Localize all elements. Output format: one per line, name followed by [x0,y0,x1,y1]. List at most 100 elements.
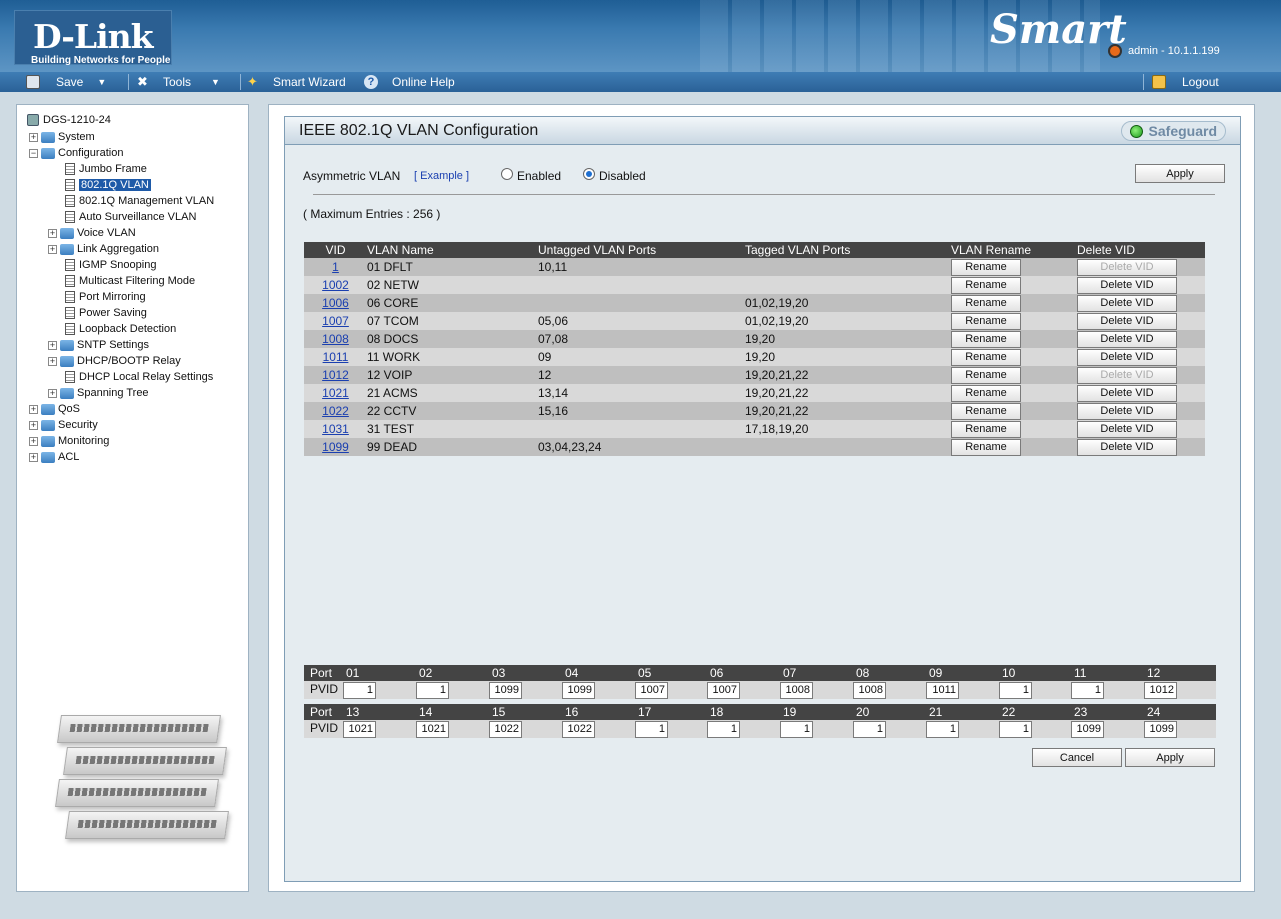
tree-item-power-saving[interactable]: Power Saving [65,305,147,321]
tree-item-acl[interactable]: + ACL [29,449,79,465]
rename-button[interactable]: Rename [951,384,1021,402]
delete-vid-button[interactable]: Delete VID [1077,312,1177,330]
pvid-input[interactable]: 1021 [343,721,376,738]
pvid-apply-button[interactable]: Apply [1125,748,1215,767]
smart-wizard-menu[interactable]: ✦ Smart Wizard [247,72,346,92]
pvid-input[interactable]: 1099 [1144,721,1177,738]
delete-vid-button[interactable]: Delete VID [1077,294,1177,312]
vlan-vid-link[interactable]: 1007 [322,314,349,328]
pvid-input[interactable]: 1099 [489,682,522,699]
tree-item-monitoring[interactable]: + Monitoring [29,433,109,449]
expand-icon[interactable]: + [29,404,38,414]
vlan-vid-link[interactable]: 1006 [322,296,349,310]
save-menu[interactable]: Save ▼ [26,72,106,92]
asymmetric-apply-button[interactable]: Apply [1135,164,1225,183]
pvid-input[interactable]: 1022 [489,721,522,738]
tree-item-configuration[interactable]: − Configuration [29,145,123,161]
tree-item-auto-surveillance-vlan[interactable]: Auto Surveillance VLAN [65,209,196,225]
vlan-vid-link[interactable]: 1 [332,260,339,274]
tree-item-jumbo-frame[interactable]: Jumbo Frame [65,161,147,177]
delete-vid-button[interactable]: Delete VID [1077,438,1177,456]
tree-item-loopback-detection[interactable]: Loopback Detection [65,321,176,337]
delete-vid-button[interactable]: Delete VID [1077,384,1177,402]
rename-button[interactable]: Rename [951,366,1021,384]
rename-button[interactable]: Rename [951,330,1021,348]
pvid-input[interactable]: 1 [780,721,813,738]
pvid-input[interactable]: 1008 [853,682,886,699]
pvid-input[interactable]: 1011 [926,682,959,699]
tree-item-multicast-filtering[interactable]: Multicast Filtering Mode [65,273,195,289]
rename-button[interactable]: Rename [951,276,1021,294]
cancel-button[interactable]: Cancel [1032,748,1122,767]
pvid-input[interactable]: 1012 [1144,682,1177,699]
tree-item-spanning-tree[interactable]: + Spanning Tree [48,385,149,401]
pvid-input[interactable]: 1008 [780,682,813,699]
pvid-input[interactable]: 1 [926,721,959,738]
pvid-input[interactable]: 1 [343,682,376,699]
vlan-vid-link[interactable]: 1022 [322,404,349,418]
pvid-input[interactable]: 1 [707,721,740,738]
pvid-input[interactable]: 1099 [1071,721,1104,738]
asymmetric-enabled-radio[interactable] [501,168,513,180]
rename-button[interactable]: Rename [951,312,1021,330]
pvid-input[interactable]: 1 [416,682,449,699]
tree-item-system[interactable]: + System [29,129,95,145]
vlan-vid-link[interactable]: 1008 [322,332,349,346]
tree-item-igmp-snooping[interactable]: IGMP Snooping [65,257,156,273]
vlan-vid-link[interactable]: 1099 [322,440,349,454]
vlan-vid-link[interactable]: 1021 [322,386,349,400]
online-help-menu[interactable]: ? Online Help [364,72,455,92]
tree-item-management-vlan[interactable]: 802.1Q Management VLAN [65,193,214,209]
pvid-input[interactable]: 1 [999,721,1032,738]
tree-item-security[interactable]: + Security [29,417,98,433]
expand-icon[interactable]: + [29,132,38,142]
rename-button[interactable]: Rename [951,258,1021,276]
delete-vid-button[interactable]: Delete VID [1077,276,1177,294]
tree-item-dhcp-bootp-relay[interactable]: + DHCP/BOOTP Relay [48,353,181,369]
pvid-input[interactable]: 1007 [635,682,668,699]
tools-menu[interactable]: ✖ Tools ▼ [137,72,220,92]
expand-icon[interactable]: + [29,452,38,462]
tree-item-dhcp-local-relay[interactable]: DHCP Local Relay Settings [65,369,213,385]
rename-button[interactable]: Rename [951,294,1021,312]
pvid-input[interactable]: 1 [853,721,886,738]
tree-item-8021q-vlan[interactable]: 802.1Q VLAN [65,177,151,193]
delete-vid-button[interactable]: Delete VID [1077,330,1177,348]
expand-icon[interactable]: + [48,228,57,238]
pvid-input[interactable]: 1 [635,721,668,738]
tree-item-port-mirroring[interactable]: Port Mirroring [65,289,146,305]
logout-menu[interactable]: Logout [1152,72,1219,92]
tree-item-voice-vlan[interactable]: + Voice VLAN [48,225,136,241]
rename-button[interactable]: Rename [951,420,1021,438]
pvid-input[interactable]: 1 [999,682,1032,699]
example-link[interactable]: [ Example ] [414,170,469,182]
tree-root[interactable]: DGS-1210-24 [27,112,111,128]
pvid-input[interactable]: 1022 [562,721,595,738]
port-label: Port [310,666,333,680]
vlan-vid-link[interactable]: 1012 [322,368,349,382]
vlan-vid-link[interactable]: 1002 [322,278,349,292]
rename-button[interactable]: Rename [951,348,1021,366]
expand-icon[interactable]: + [29,436,38,446]
delete-vid-button[interactable]: Delete VID [1077,348,1177,366]
vlan-vid-link[interactable]: 1031 [322,422,349,436]
rename-button[interactable]: Rename [951,438,1021,456]
expand-icon[interactable]: + [29,420,38,430]
delete-vid-button[interactable]: Delete VID [1077,402,1177,420]
tree-item-sntp-settings[interactable]: + SNTP Settings [48,337,149,353]
pvid-input[interactable]: 1021 [416,721,449,738]
pvid-input[interactable]: 1 [1071,682,1104,699]
vlan-vid-link[interactable]: 1011 [323,350,349,364]
asymmetric-disabled-radio[interactable] [583,168,595,180]
delete-vid-button[interactable]: Delete VID [1077,420,1177,438]
tree-item-link-aggregation[interactable]: + Link Aggregation [48,241,159,257]
expand-icon[interactable]: + [48,388,57,398]
expand-icon[interactable]: + [48,244,57,254]
pvid-input[interactable]: 1007 [707,682,740,699]
rename-button[interactable]: Rename [951,402,1021,420]
expand-icon[interactable]: + [48,340,57,350]
expand-icon[interactable]: + [48,356,57,366]
pvid-input[interactable]: 1099 [562,682,595,699]
tree-item-qos[interactable]: + QoS [29,401,80,417]
collapse-icon[interactable]: − [29,148,38,158]
